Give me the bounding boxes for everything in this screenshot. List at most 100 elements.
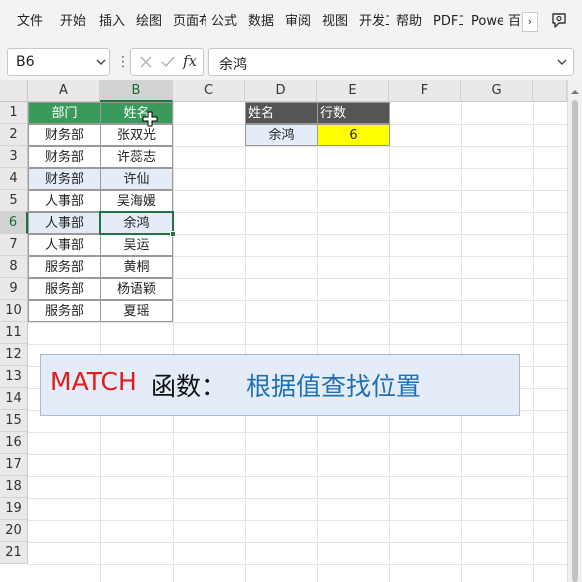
row-header-14[interactable]: 14 bbox=[0, 388, 28, 410]
gridline bbox=[28, 322, 568, 323]
row-header-16[interactable]: 16 bbox=[0, 432, 28, 454]
tab-review[interactable]: 审阅 bbox=[285, 12, 315, 32]
tab-scroll-right-button[interactable]: › bbox=[522, 12, 538, 32]
check-icon[interactable] bbox=[159, 53, 177, 71]
tab-insert[interactable]: 插入 bbox=[99, 12, 129, 32]
cell-a2[interactable]: 财务部 bbox=[28, 124, 101, 146]
banner-description: 根据值查找位置 bbox=[246, 372, 422, 401]
formula-bar: B6 ⋮ fx 余鸿 bbox=[0, 44, 582, 80]
gridline bbox=[245, 102, 246, 582]
gridline bbox=[28, 476, 568, 477]
cell-e1[interactable]: 行数 bbox=[317, 102, 390, 124]
tab-view[interactable]: 视图 bbox=[322, 12, 352, 32]
tab-help[interactable]: 帮助 bbox=[396, 12, 426, 32]
insert-function-button[interactable]: fx bbox=[183, 52, 197, 70]
name-box[interactable]: B6 bbox=[7, 48, 110, 76]
cell-d1[interactable]: 姓名 bbox=[245, 102, 318, 124]
spreadsheet-grid: A B C D E F G 1 2 3 4 5 6 7 8 9 10 11 12… bbox=[0, 80, 582, 582]
cell-a9[interactable]: 服务部 bbox=[28, 278, 101, 300]
row-header-21[interactable]: 21 bbox=[0, 542, 28, 564]
tab-draw[interactable]: 绘图 bbox=[136, 12, 166, 32]
formula-input[interactable]: 余鸿 bbox=[208, 48, 574, 76]
plus-cursor-icon bbox=[142, 111, 158, 127]
row-header-8[interactable]: 8 bbox=[0, 256, 28, 278]
row-header-19[interactable]: 19 bbox=[0, 498, 28, 520]
banner-function-name: MATCH bbox=[50, 367, 137, 396]
row-header-18[interactable]: 18 bbox=[0, 476, 28, 498]
formula-bar-buttons: fx bbox=[130, 48, 204, 76]
tab-formulas[interactable]: 公式 bbox=[211, 12, 241, 32]
tab-power[interactable]: Power bbox=[471, 12, 503, 32]
cell-b4[interactable]: 许仙 bbox=[100, 168, 173, 190]
column-header-d[interactable]: D bbox=[245, 80, 317, 102]
cell-b2[interactable]: 张双光 bbox=[100, 124, 173, 146]
row-header-11[interactable]: 11 bbox=[0, 322, 28, 344]
cell-e2[interactable]: 6 bbox=[317, 124, 390, 146]
cell-a5[interactable]: 人事部 bbox=[28, 190, 101, 212]
gridline bbox=[28, 498, 568, 499]
cell-b1[interactable]: 姓名 bbox=[100, 102, 173, 124]
gridline bbox=[28, 520, 568, 521]
cell-b5[interactable]: 吴海媛 bbox=[100, 190, 173, 212]
name-box-value: B6 bbox=[16, 54, 35, 70]
gridline bbox=[28, 542, 568, 543]
cell-a6[interactable]: 人事部 bbox=[28, 212, 101, 234]
column-header-g[interactable]: G bbox=[461, 80, 533, 102]
cell-a7[interactable]: 人事部 bbox=[28, 234, 101, 256]
close-icon[interactable] bbox=[137, 53, 155, 71]
gridline bbox=[28, 344, 568, 345]
gridline bbox=[389, 102, 390, 582]
tab-file[interactable]: 文件 bbox=[17, 12, 47, 32]
banner-function-label: 函数： bbox=[151, 372, 227, 401]
row-header-13[interactable]: 13 bbox=[0, 366, 28, 388]
row-header-12[interactable]: 12 bbox=[0, 344, 28, 366]
column-header-e[interactable]: E bbox=[317, 80, 389, 102]
active-cell-border bbox=[99, 211, 174, 235]
ribbon-tab-bar: 文件 开始 插入 绘图 页面布 公式 数据 审阅 视图 开发工 帮助 PDF工 … bbox=[0, 0, 582, 44]
gridline bbox=[533, 102, 534, 582]
row-header-1[interactable]: 1 bbox=[0, 102, 28, 124]
column-header-a[interactable]: A bbox=[28, 80, 100, 102]
tab-data[interactable]: 数据 bbox=[248, 12, 278, 32]
row-header-10[interactable]: 10 bbox=[0, 300, 28, 322]
chevron-down-icon[interactable] bbox=[555, 55, 569, 69]
row-header-17[interactable]: 17 bbox=[0, 454, 28, 476]
row-header-5[interactable]: 5 bbox=[0, 190, 28, 212]
cell-a10[interactable]: 服务部 bbox=[28, 300, 101, 322]
row-header-2[interactable]: 2 bbox=[0, 124, 28, 146]
row-header-9[interactable]: 9 bbox=[0, 278, 28, 300]
cell-b9[interactable]: 杨语颖 bbox=[100, 278, 173, 300]
row-header-3[interactable]: 3 bbox=[0, 146, 28, 168]
cell-b7[interactable]: 吴运 bbox=[100, 234, 173, 256]
row-header-7[interactable]: 7 bbox=[0, 234, 28, 256]
row-header-20[interactable]: 20 bbox=[0, 520, 28, 542]
tab-bai[interactable]: 百 bbox=[508, 12, 522, 32]
cell-d2[interactable]: 余鸿 bbox=[245, 124, 318, 146]
cell-a3[interactable]: 财务部 bbox=[28, 146, 101, 168]
comment-icon[interactable] bbox=[548, 10, 570, 32]
column-header-h[interactable] bbox=[533, 80, 567, 102]
tab-home[interactable]: 开始 bbox=[60, 12, 90, 32]
chevron-down-icon[interactable] bbox=[94, 55, 108, 69]
fill-handle[interactable] bbox=[170, 231, 176, 237]
row-header-6[interactable]: 6 bbox=[0, 212, 28, 234]
column-header-f[interactable]: F bbox=[389, 80, 461, 102]
cell-a1[interactable]: 部门 bbox=[28, 102, 101, 124]
tab-page-layout[interactable]: 页面布 bbox=[173, 12, 206, 32]
cell-b8[interactable]: 黄桐 bbox=[100, 256, 173, 278]
column-header-c[interactable]: C bbox=[173, 80, 245, 102]
formula-bar-divider-handle[interactable]: ⋮ bbox=[116, 52, 130, 72]
cell-b3[interactable]: 许蕊志 bbox=[100, 146, 173, 168]
cell-b10[interactable]: 夏瑶 bbox=[100, 300, 173, 322]
select-all-corner[interactable] bbox=[0, 80, 28, 102]
cell-a4[interactable]: 财务部 bbox=[28, 168, 101, 190]
cell-a8[interactable]: 服务部 bbox=[28, 256, 101, 278]
row-header-4[interactable]: 4 bbox=[0, 168, 28, 190]
tab-pdf[interactable]: PDF工 bbox=[433, 12, 463, 32]
vertical-scrollbar[interactable] bbox=[567, 80, 582, 582]
row-header-15[interactable]: 15 bbox=[0, 410, 28, 432]
chevron-up-icon[interactable] bbox=[570, 86, 580, 96]
scrollbar-thumb[interactable] bbox=[572, 100, 578, 582]
tab-developer[interactable]: 开发工 bbox=[359, 12, 389, 32]
column-header-b[interactable]: B bbox=[100, 80, 173, 102]
